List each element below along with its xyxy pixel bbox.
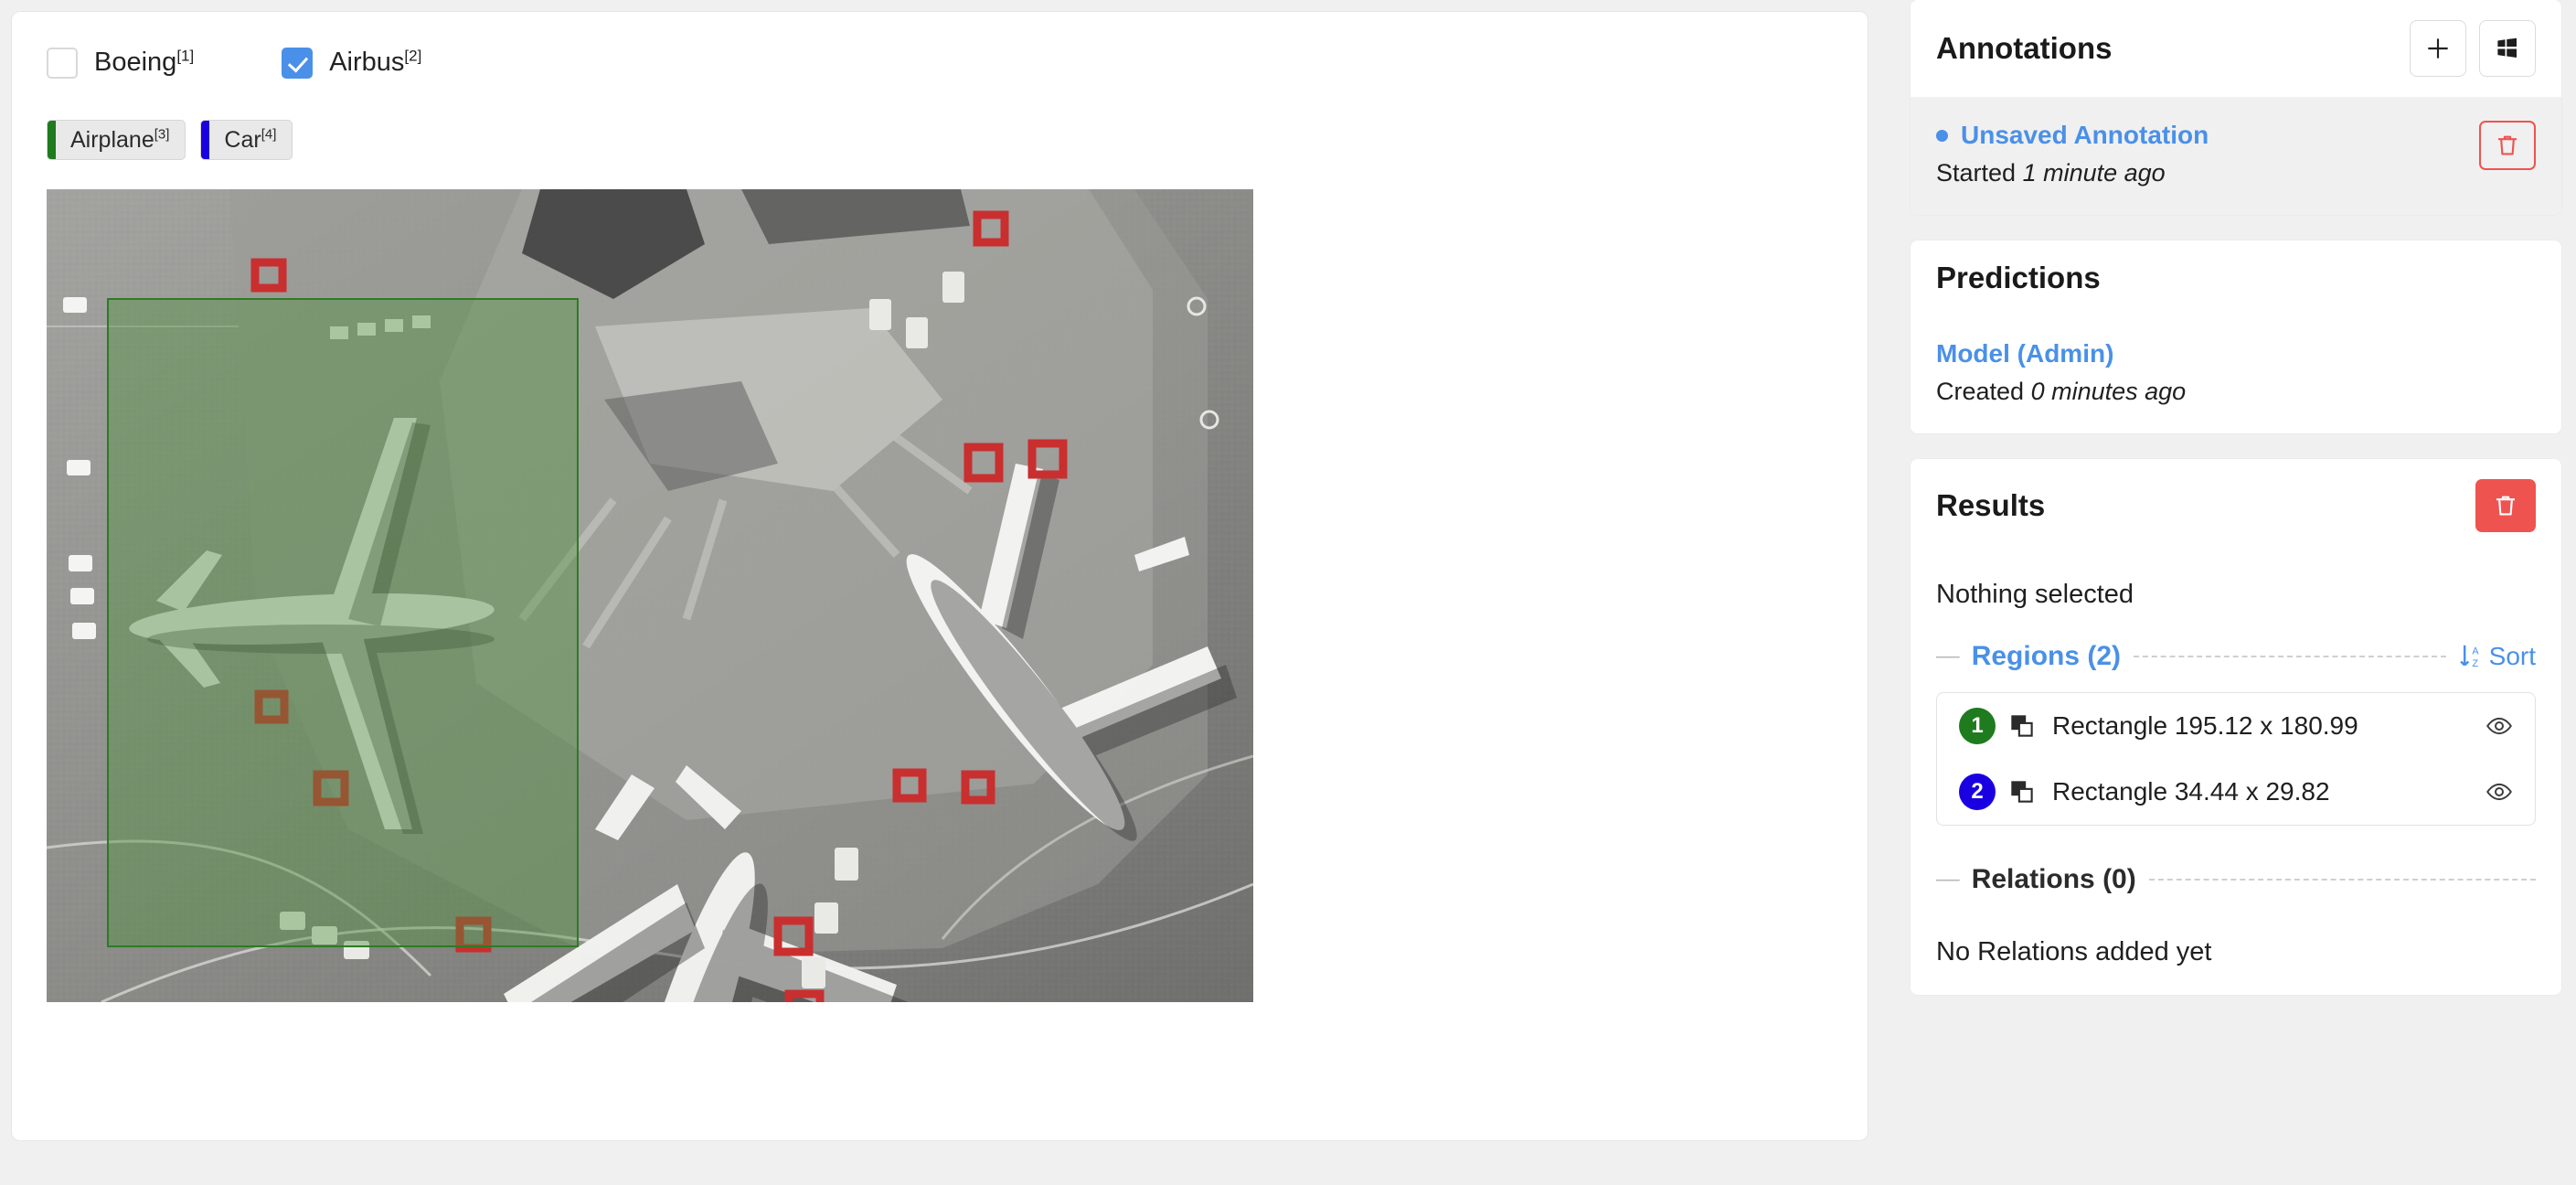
sort-az-icon: A Z	[2459, 645, 2479, 669]
annotations-body: Unsaved Annotation Started 1 minute ago	[1911, 97, 2561, 215]
svg-text:Z: Z	[2472, 658, 2478, 669]
annotations-card: Annotations Unsaved Annotation Started 1…	[1911, 0, 2561, 215]
prediction-model-link[interactable]: Model (Admin)	[1936, 339, 2536, 368]
region-index-badge: 2	[1959, 774, 1996, 810]
boeing-checkbox[interactable]	[47, 48, 78, 79]
annotation-workspace: Boeing[1] Airbus[2] Airplane[3] Car[4] A…	[0, 0, 2576, 1185]
trash-icon	[2496, 496, 2515, 516]
nothing-selected-text: Nothing selected	[1936, 580, 2134, 609]
add-annotation-button[interactable]	[2410, 20, 2466, 77]
right-sidebar: Annotations Unsaved Annotation Started 1…	[1911, 0, 2561, 1185]
regions-sort-button[interactable]: A Z Sort	[2459, 642, 2536, 671]
regions-collapse-toggle[interactable]: ––	[1936, 644, 1960, 669]
trash-icon	[2498, 135, 2517, 155]
label-tag-car[interactable]: Car[4]	[200, 120, 293, 160]
predictions-title: Predictions	[1936, 261, 2101, 294]
image-canvas[interactable]	[47, 189, 1253, 1002]
region-visibility-toggle[interactable]	[2486, 712, 2513, 740]
choice-airbus[interactable]: Airbus[2]	[282, 45, 421, 80]
eye-icon	[2486, 717, 2512, 735]
choice-boeing[interactable]: Boeing[1]	[47, 45, 194, 80]
regions-section-label[interactable]: Regions (2)	[1972, 641, 2121, 672]
choice-label-boeing: Boeing[1]	[94, 47, 195, 77]
annotations-header: Annotations	[1911, 0, 2561, 97]
svg-text:A: A	[2472, 646, 2479, 657]
results-title: Results	[1936, 488, 2046, 522]
regions-sort-label: Sort	[2488, 642, 2536, 670]
region-list-item-1[interactable]: 1 Rectangle 195.12 x 180.99	[1937, 693, 2535, 759]
prediction-entry-status: Created 0 minutes ago	[1936, 378, 2187, 405]
annotation-entry[interactable]: Unsaved Annotation Started 1 minute ago	[1936, 121, 2536, 187]
label-tag-car-text: Car[4]	[224, 126, 277, 153]
delete-all-regions-button[interactable]	[2475, 479, 2536, 532]
relations-divider	[2148, 879, 2536, 881]
region-index-badge: 1	[1959, 708, 1996, 744]
image-region-1-rectangle[interactable]	[107, 298, 579, 947]
region-description: Rectangle 34.44 x 29.82	[2052, 777, 2330, 806]
label-tags-group: Airplane[3] Car[4]	[47, 120, 1868, 160]
regions-divider	[2134, 656, 2446, 657]
annotations-title: Annotations	[1936, 31, 2113, 65]
region-shape-icon	[2008, 778, 2036, 806]
predictions-body: Model (Admin) Created 0 minutes ago	[1911, 315, 2561, 433]
main-panel: Boeing[1] Airbus[2] Airplane[3] Car[4]	[11, 11, 1868, 1141]
annotation-entry-title[interactable]: Unsaved Annotation	[1936, 121, 2479, 150]
annotation-entry-main: Unsaved Annotation Started 1 minute ago	[1936, 121, 2479, 187]
overlapping-squares-icon	[2011, 715, 2033, 737]
labels-block: Boeing[1] Airbus[2] Airplane[3] Car[4]	[12, 12, 1868, 160]
delete-annotation-button[interactable]	[2479, 121, 2536, 170]
region-list-item-2[interactable]: 2 Rectangle 34.44 x 29.82	[1937, 759, 2535, 825]
overlapping-squares-icon	[2011, 781, 2033, 803]
region-shape-icon	[2008, 712, 2036, 740]
predictions-header: Predictions	[1911, 240, 2561, 315]
label-tag-airplane-text: Airplane[3]	[70, 126, 170, 153]
relations-collapse-toggle[interactable]: ––	[1936, 867, 1960, 892]
eye-icon	[2486, 783, 2512, 801]
results-body: Nothing selected –– Regions (2) A Z Sort	[1911, 552, 2561, 995]
plus-icon	[2428, 38, 2448, 59]
label-color-swatch-airplane	[48, 121, 56, 159]
grid-icon	[2497, 37, 2517, 58]
annotations-grid-view-button[interactable]	[2479, 20, 2536, 77]
relations-empty-text: No Relations added yet	[1936, 937, 2212, 966]
choices-group: Boeing[1] Airbus[2]	[47, 45, 1868, 80]
label-color-swatch-car	[201, 121, 210, 159]
annotation-entry-name: Unsaved Annotation	[1961, 121, 2209, 149]
region-visibility-toggle[interactable]	[2486, 778, 2513, 806]
regions-list: 1 Rectangle 195.12 x 180.99 2 Rectangle …	[1936, 692, 2536, 826]
label-tag-airplane[interactable]: Airplane[3]	[47, 120, 186, 160]
regions-section-header: –– Regions (2) A Z Sort	[1936, 641, 2536, 672]
airbus-checkbox[interactable]	[282, 48, 314, 79]
choice-label-airbus: Airbus[2]	[329, 47, 422, 77]
predictions-card: Predictions Model (Admin) Created 0 minu…	[1911, 240, 2561, 433]
relations-section-label[interactable]: Relations (0)	[1972, 864, 2136, 895]
region-description: Rectangle 195.12 x 180.99	[2052, 711, 2358, 740]
results-card: Results Nothing selected –– Regions (2)	[1911, 459, 2561, 995]
annotation-entry-status: Started 1 minute ago	[1936, 159, 2166, 187]
relations-section-header: –– Relations (0)	[1936, 864, 2536, 895]
results-header: Results	[1911, 459, 2561, 552]
unsaved-indicator-dot	[1936, 129, 1948, 142]
annotations-header-actions	[2410, 20, 2536, 77]
